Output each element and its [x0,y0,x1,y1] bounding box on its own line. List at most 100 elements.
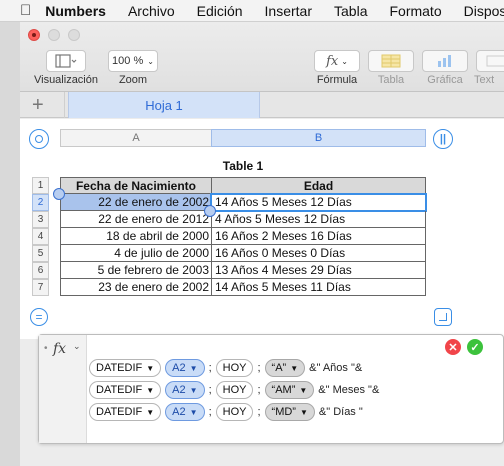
reference-name: A2 [172,384,186,396]
row-number-1[interactable]: 1 [32,177,49,194]
string-token-unit[interactable]: “A” ▼ [264,359,306,377]
window-edge [0,22,20,466]
formula-tail[interactable]: &" Días " [319,406,363,418]
pause-icon: || [439,133,447,145]
formula-fx-area: • fx ⌄ [39,335,87,443]
menu-app-numbers[interactable]: Numbers [45,3,106,19]
menu-formato[interactable]: Formato [389,3,441,19]
zoom-window-button[interactable] [68,29,80,41]
menu-insertar[interactable]: Insertar [265,3,312,19]
cell-b6[interactable]: 13 Años 4 Meses 29 Días [211,262,426,279]
function-token-hoy[interactable]: HOY [215,359,254,377]
apple-icon[interactable]:  [20,2,31,19]
close-icon: ✕ [448,341,458,354]
function-token-hoy[interactable]: HOY [215,381,254,399]
minimize-window-button[interactable] [48,29,60,41]
function-token-hoy[interactable]: HOY [215,403,254,421]
column-b-label: B [314,132,323,144]
cell-b7[interactable]: 14 Años 5 Meses 11 Días [211,279,426,296]
formula-editor: • fx ⌄ DATEDIF ▼ A2 ▼ ; HOY ; “A” ▼ &" Años… [38,334,504,444]
fx-icon[interactable]: fx [53,341,66,357]
string-token-unit[interactable]: “MD” ▼ [264,403,315,421]
row-number-7[interactable]: 7 [32,279,49,296]
row-number-3[interactable]: 3 [32,211,49,228]
triangle-down-icon: ▼ [299,407,308,417]
row-number-4[interactable]: 4 [32,228,49,245]
function-name: HOY [222,406,247,418]
reference-token-a2[interactable]: A2 ▼ [165,359,205,377]
chart-button[interactable] [422,50,468,72]
resize-table-button[interactable] [434,308,452,326]
tab-hoja-1[interactable]: Hoja 1 [68,92,260,118]
text-box-icon [486,55,504,67]
row-number-2[interactable]: 2 [32,194,49,211]
cell-a6[interactable]: 5 de febrero de 2003 [60,262,212,279]
function-token-datedif[interactable]: DATEDIF ▼ [89,359,162,377]
string-token-unit[interactable]: “AM” ▼ [264,381,315,399]
select-table-button[interactable] [29,129,49,149]
reference-token-a2[interactable]: A2 ▼ [165,381,205,399]
add-row-button[interactable]: = [30,308,48,326]
close-window-button[interactable] [28,29,40,41]
corner-icon [439,313,447,321]
cancel-formula-button[interactable]: ✕ [445,339,461,355]
menu-edicion[interactable]: Edición [197,3,243,19]
table-button[interactable] [368,50,414,72]
tab-divider [64,92,65,118]
drag-handle-icon[interactable]: • [44,343,48,354]
column-header-a[interactable]: A [60,129,212,147]
circle-icon [35,135,43,143]
cell-b5[interactable]: 16 Años 0 Meses 0 Días [211,245,426,262]
zoom-value: 100 % [112,55,144,67]
equals-icon: = [35,310,43,324]
cell-b3[interactable]: 4 Años 5 Meses 12 Días [211,211,426,228]
formula-button[interactable]: fx ⌄ [314,50,360,72]
menu-disposicion[interactable]: Dispos [464,3,504,19]
cell-b4[interactable]: 16 Años 2 Meses 16 Días [211,228,426,245]
menu-archivo[interactable]: Archivo [128,3,175,19]
column-header-b[interactable]: B [211,129,426,147]
view-button[interactable] [46,50,86,72]
bar-chart-icon [438,55,451,67]
row-number-5[interactable]: 5 [32,245,49,262]
view-label: Visualización [33,74,98,86]
separator: ; [208,406,212,418]
header-cell-age[interactable]: Edad [211,177,426,194]
triangle-down-icon: ▼ [290,363,299,373]
cell-a2[interactable]: 22 de enero de 2002 [60,194,212,211]
table-title: Table 1 [222,159,264,173]
header-cell-birthdate[interactable]: Fecha de Nacimiento [60,177,212,194]
column-resize-handle[interactable]: || [433,129,453,149]
menu-tabla[interactable]: Tabla [334,3,367,19]
row-number-6[interactable]: 6 [32,262,49,279]
formula-tail[interactable]: &" Meses "& [318,384,379,396]
triangle-down-icon: ▼ [146,385,155,395]
selection-handle-end[interactable] [204,205,216,217]
selection-handle-start[interactable] [53,188,65,200]
cell-a3[interactable]: 22 de enero de 2012 [60,211,212,228]
cell-b2[interactable]: 14 Años 5 Meses 12 Días [210,193,427,212]
function-token-datedif[interactable]: DATEDIF ▼ [89,381,162,399]
cell-a4[interactable]: 18 de abril de 2000 [60,228,212,245]
add-sheet-icon[interactable]: + [32,94,44,117]
function-token-datedif[interactable]: DATEDIF ▼ [89,403,162,421]
triangle-down-icon: ▼ [189,363,198,373]
sheet-tab-bar: + Hoja 1 [20,92,504,118]
cell-a5[interactable]: 4 de julio de 2000 [60,245,212,262]
formula-label: Fórmula [316,74,358,86]
numbers-window: Visualización 100 % ⌄ Zoom fx ⌄ Fórmula … [20,22,504,466]
formula-line-1: DATEDIF ▼ A2 ▼ ; HOY ; “A” ▼ &" Años "& [89,359,362,377]
cell-a7[interactable]: 23 de enero de 2002 [60,279,212,296]
zoom-label: Zoom [118,74,148,86]
reference-token-a2[interactable]: A2 ▼ [165,403,205,421]
triangle-down-icon: ▼ [146,407,155,417]
text-button[interactable] [476,50,504,72]
separator: ; [257,362,261,374]
chevron-down-icon[interactable]: ⌄ [73,341,81,352]
table-icon [381,54,401,68]
zoom-select[interactable]: 100 % ⌄ [108,50,158,72]
reference-name: A2 [172,362,186,374]
triangle-down-icon: ▼ [189,385,198,395]
formula-tail[interactable]: &" Años "& [309,362,362,374]
accept-formula-button[interactable]: ✓ [467,339,483,355]
